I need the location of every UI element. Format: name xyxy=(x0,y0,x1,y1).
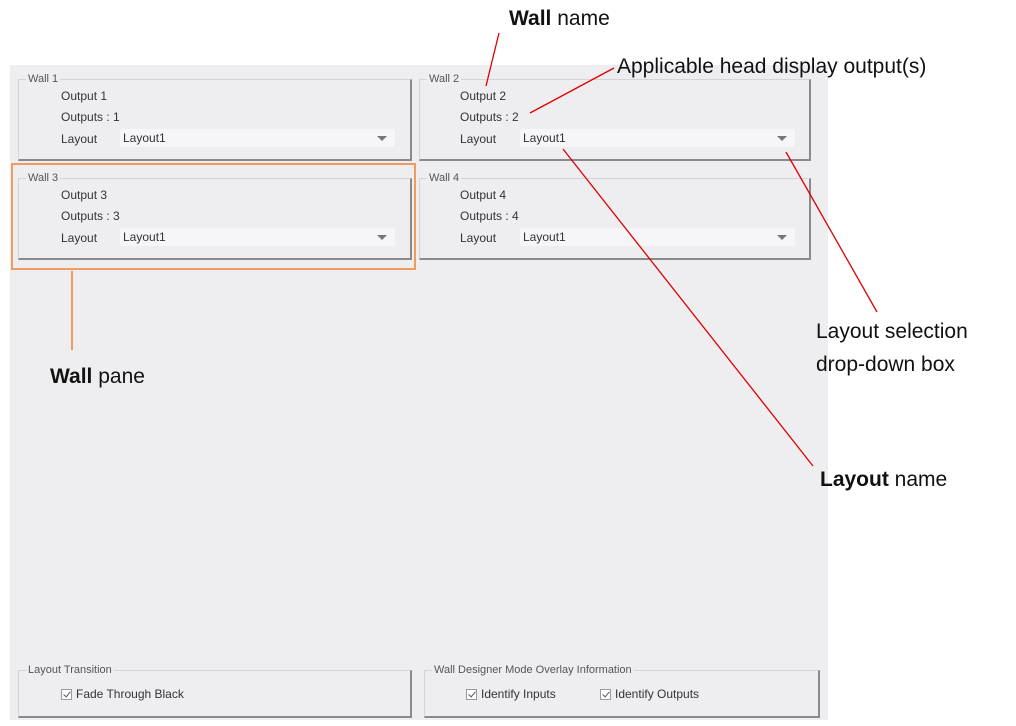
layout-name-leader xyxy=(562,148,814,467)
wall-name-leader xyxy=(485,32,500,87)
layout-selection-leader xyxy=(785,151,878,313)
head-output-annotation: Applicable head display output(s) xyxy=(617,55,927,78)
wall-name-annotation: Wall name xyxy=(509,7,610,30)
wall-pane-annotation: Wall pane xyxy=(50,365,145,388)
layout-name-annotation: Layout name xyxy=(820,468,948,491)
layout-selection-annotation-line1: Layout selection xyxy=(816,320,968,343)
layout-selection-annotation-line2: drop-down box xyxy=(816,353,955,376)
head-output-leader xyxy=(529,67,615,114)
